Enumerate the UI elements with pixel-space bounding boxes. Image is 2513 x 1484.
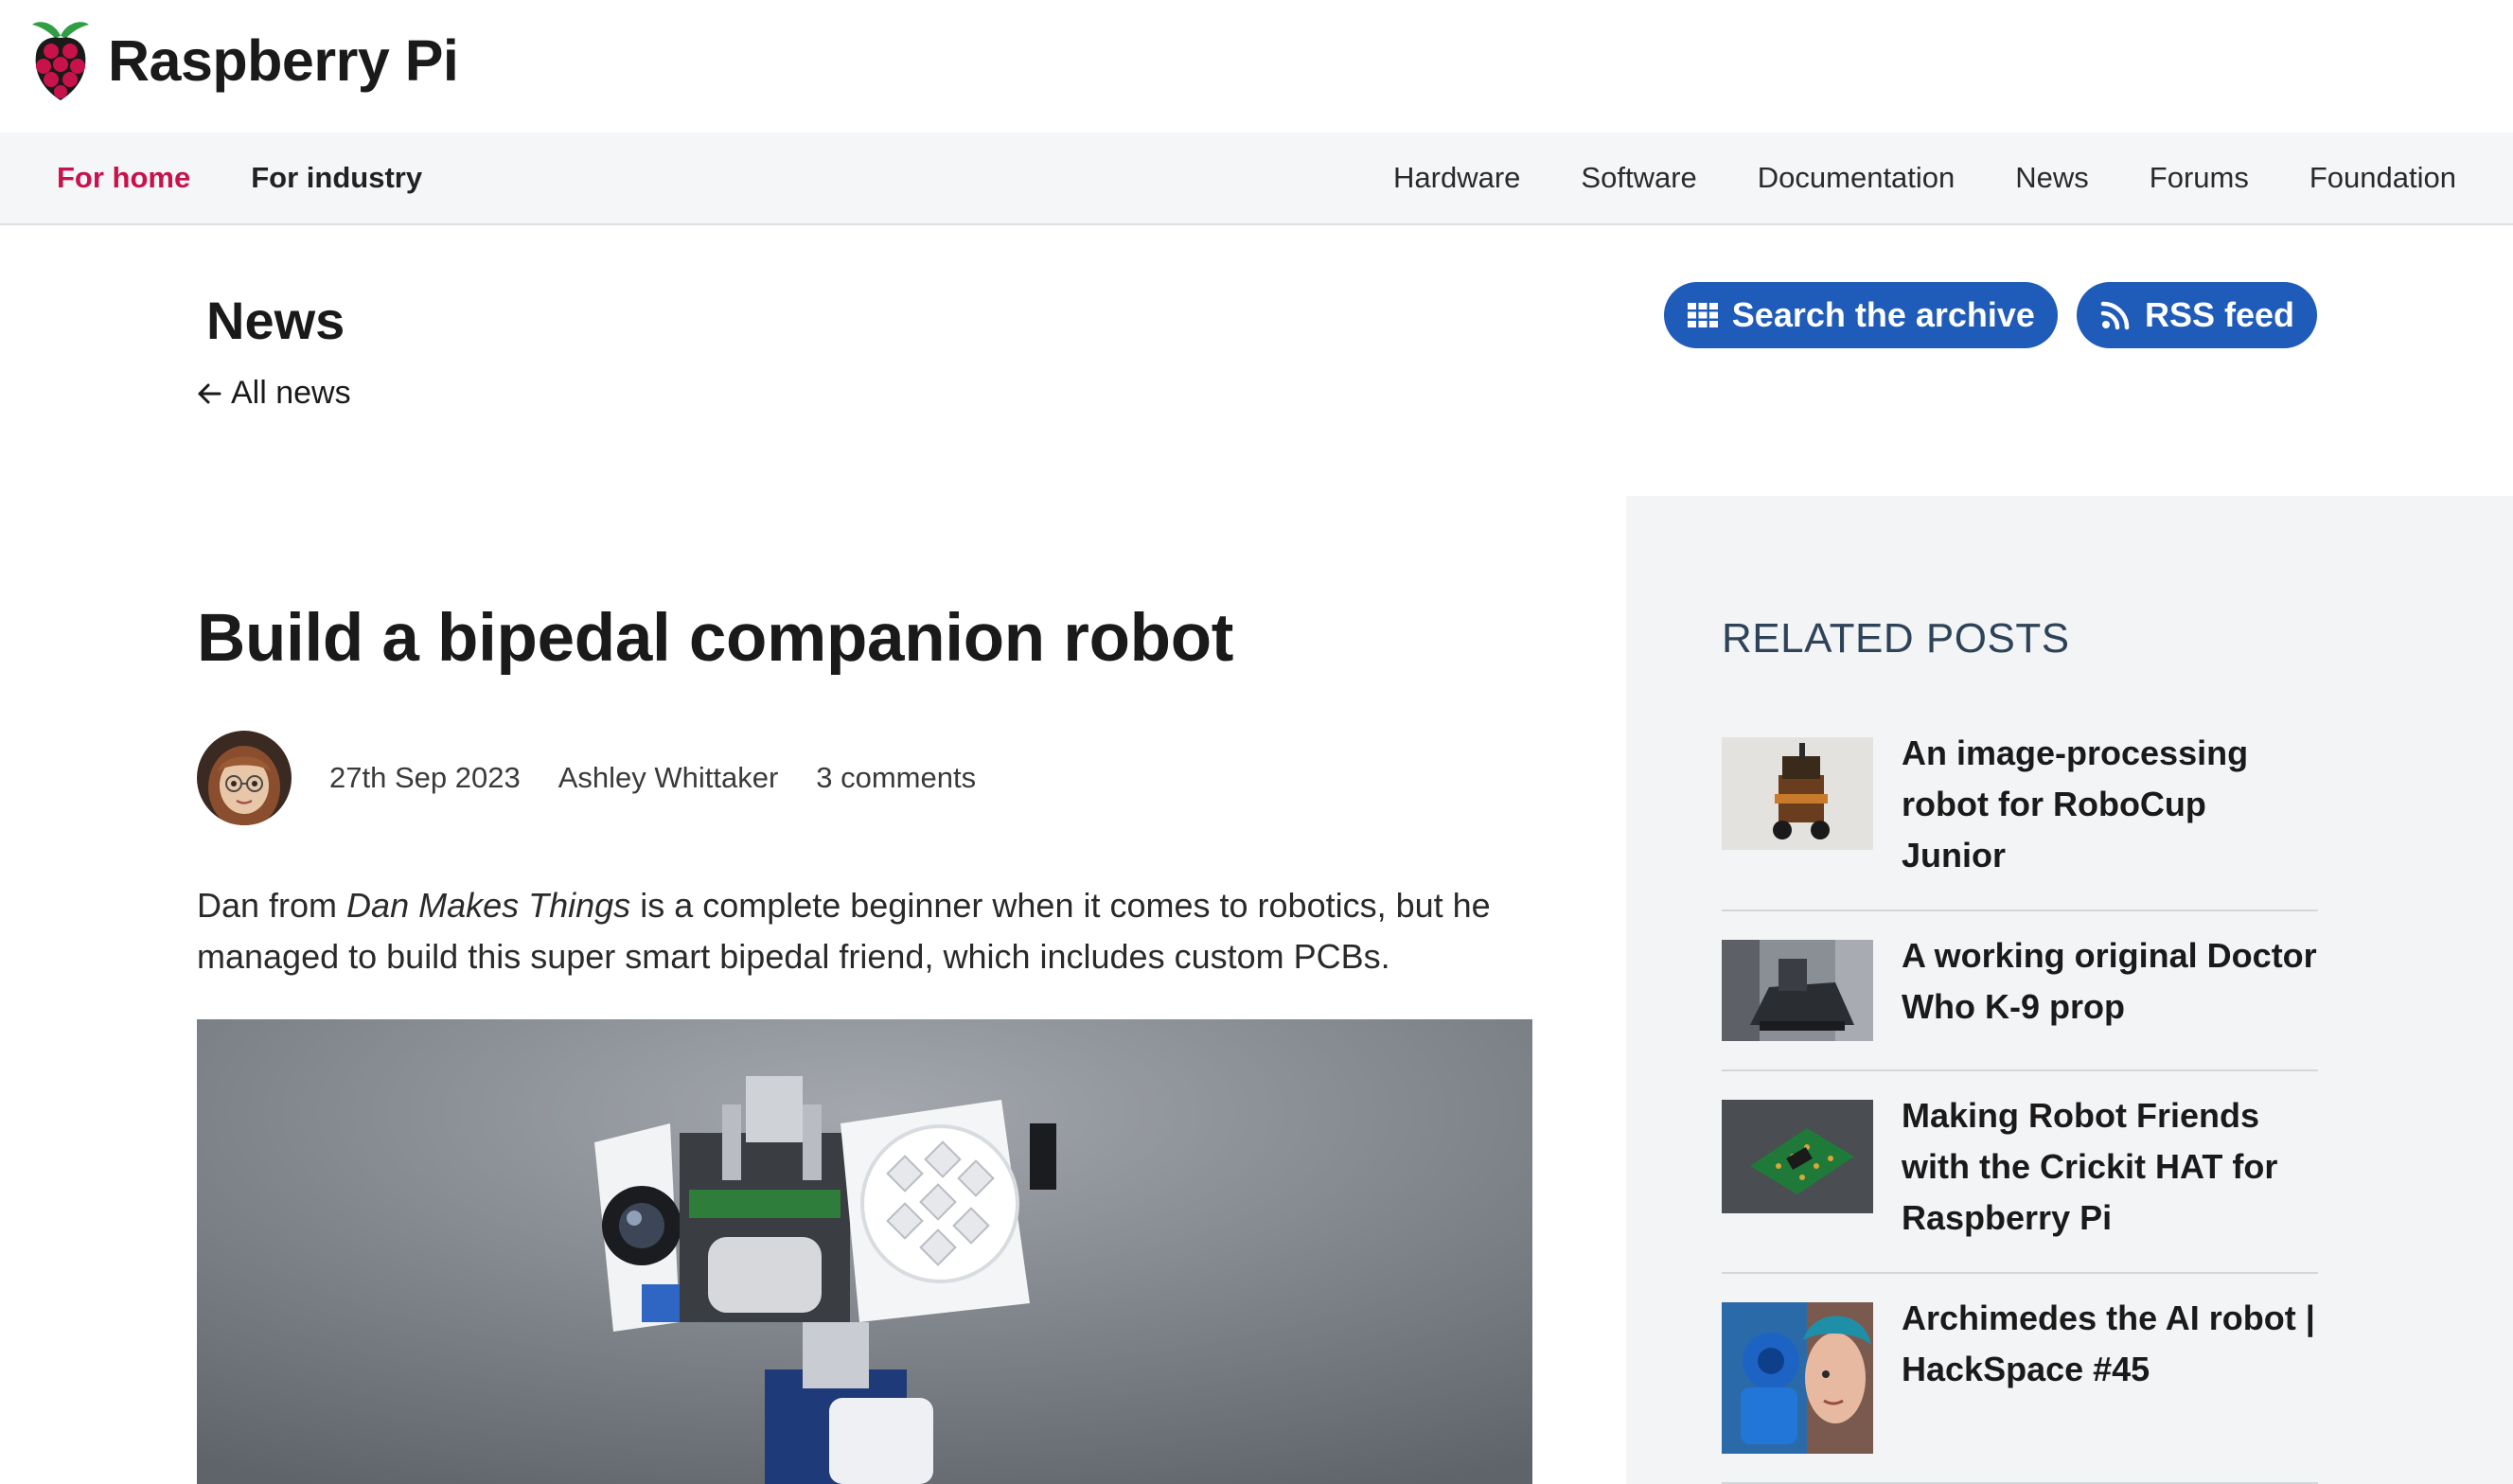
- related-post-title[interactable]: An image-processing robot for RoboCup Ju…: [1902, 728, 2318, 881]
- main-nav: For home For industry Hardware Software …: [0, 132, 2513, 225]
- raspberry-logo-icon: [32, 22, 89, 100]
- comments-link[interactable]: 3 comments: [816, 761, 976, 795]
- intro-text-start: Dan from: [197, 886, 347, 925]
- rss-feed-button[interactable]: RSS feed: [2076, 282, 2317, 348]
- article-hero-image: [197, 1019, 1532, 1484]
- all-news-label: All news: [231, 375, 351, 411]
- article-intro: Dan from Dan Makes Things is a complete …: [197, 880, 1541, 982]
- audience-nav: For home For industry: [57, 132, 422, 223]
- nav-software[interactable]: Software: [1581, 161, 1696, 195]
- search-archive-button[interactable]: Search the archive: [1663, 282, 2058, 348]
- brand-name: Raspberry Pi: [108, 28, 459, 93]
- nav-hardware[interactable]: Hardware: [1393, 161, 1520, 195]
- arrow-left-icon: [198, 383, 221, 403]
- related-post-thumbnail: [1722, 737, 1873, 850]
- nav-for-home[interactable]: For home: [57, 161, 190, 195]
- grid-icon: [1687, 303, 1718, 327]
- related-post-thumbnail: [1722, 1100, 1873, 1213]
- rss-icon: [2100, 301, 2130, 330]
- related-post-title[interactable]: A working original Doctor Who K-9 prop: [1902, 930, 2318, 1033]
- post-date: 27th Sep 2023: [329, 761, 521, 794]
- author-avatar: [197, 731, 292, 825]
- header-actions: Search the archive RSS feed: [1663, 282, 2317, 348]
- section-title: News: [206, 291, 345, 350]
- intro-emphasis: Dan Makes Things: [346, 886, 631, 925]
- article-title: Build a bipedal companion robot: [197, 601, 1234, 676]
- nav-for-industry[interactable]: For industry: [251, 161, 422, 195]
- all-news-link[interactable]: All news: [197, 375, 351, 412]
- top-bar: Raspberry Pi: [0, 0, 2513, 132]
- meta-text: 27th Sep 2023 Ashley Whittaker 3 comment…: [329, 761, 976, 795]
- related-posts-heading: RELATED POSTS: [1722, 615, 2070, 662]
- related-post-item[interactable]: Archimedes the AI robot | HackSpace #45: [1722, 1274, 2318, 1484]
- nav-documentation[interactable]: Documentation: [1758, 161, 1956, 195]
- author-link[interactable]: Ashley Whittaker: [558, 761, 779, 795]
- related-posts-sidebar: RELATED POSTS An image-processing robot …: [1626, 496, 2513, 1484]
- related-post-title[interactable]: Making Robot Friends with the Crickit HA…: [1902, 1090, 2318, 1244]
- related-post-item[interactable]: A working original Doctor Who K-9 prop: [1722, 911, 2318, 1071]
- rss-feed-label: RSS feed: [2144, 295, 2294, 334]
- nav-forums[interactable]: Forums: [2150, 161, 2249, 195]
- nav-foundation[interactable]: Foundation: [2309, 161, 2456, 195]
- section-nav: Hardware Software Documentation News For…: [1393, 132, 2456, 223]
- related-posts-list: An image-processing robot for RoboCup Ju…: [1722, 708, 2318, 1484]
- robot-photo: [197, 1019, 1532, 1484]
- related-post-item[interactable]: An image-processing robot for RoboCup Ju…: [1722, 708, 2318, 911]
- brand-home-link[interactable]: Raspberry Pi: [27, 17, 459, 104]
- nav-news[interactable]: News: [2015, 161, 2089, 195]
- related-post-thumbnail: [1722, 1302, 1873, 1454]
- related-post-title[interactable]: Archimedes the AI robot | HackSpace #45: [1902, 1293, 2318, 1395]
- related-post-item[interactable]: Making Robot Friends with the Crickit HA…: [1722, 1071, 2318, 1274]
- article-meta: 27th Sep 2023 Ashley Whittaker 3 comment…: [197, 731, 976, 825]
- search-archive-label: Search the archive: [1731, 295, 2035, 334]
- related-post-thumbnail: [1722, 940, 1873, 1041]
